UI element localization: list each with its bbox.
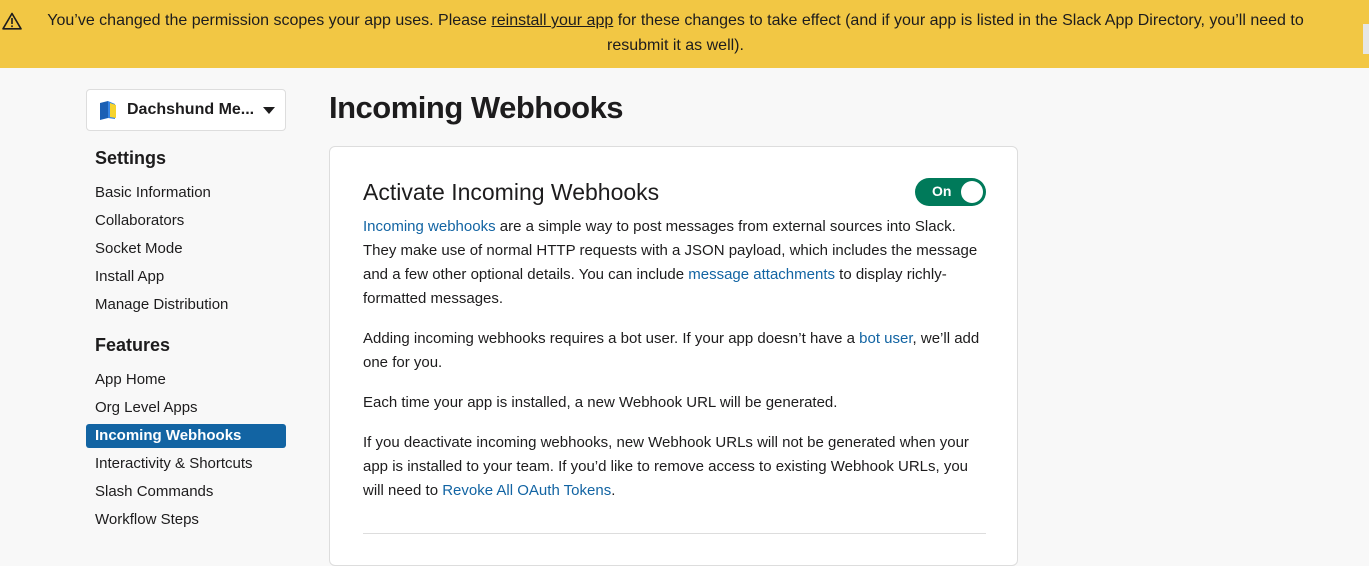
paragraph-text: Each time your app is installed, a new W… bbox=[363, 394, 838, 411]
features-section-title: Features bbox=[95, 335, 171, 355]
chevron-down-icon bbox=[263, 106, 275, 114]
deactivate-paragraph: If you deactivate incoming webhooks, new… bbox=[363, 431, 988, 503]
description-paragraph: Incoming webhooks are a simple way to po… bbox=[363, 215, 988, 311]
scrollbar-thumb[interactable] bbox=[1363, 24, 1369, 54]
warning-icon bbox=[2, 12, 22, 30]
banner-text-after: for these changes to take effect (and if… bbox=[607, 12, 1304, 54]
incoming-webhooks-link[interactable]: Incoming webhooks bbox=[363, 218, 496, 235]
banner-text-before: You’ve changed the permission scopes you… bbox=[47, 12, 492, 29]
activate-webhooks-toggle[interactable]: On bbox=[915, 178, 986, 206]
activate-webhooks-card: Activate Incoming Webhooks On Incoming w… bbox=[329, 146, 1018, 566]
card-title: Activate Incoming Webhooks bbox=[363, 179, 660, 205]
toggle-label: On bbox=[932, 183, 952, 199]
webhook-url-paragraph: Each time your app is installed, a new W… bbox=[363, 391, 988, 415]
sidebar-item-collaborators[interactable]: Collaborators bbox=[86, 209, 286, 233]
sidebar-item-interactivity-shortcuts[interactable]: Interactivity & Shortcuts bbox=[86, 452, 286, 476]
sidebar-item-install-app[interactable]: Install App bbox=[86, 265, 286, 289]
sidebar-item-workflow-steps[interactable]: Workflow Steps bbox=[86, 508, 286, 532]
bot-user-paragraph: Adding incoming webhooks requires a bot … bbox=[363, 327, 988, 375]
sidebar-item-basic-information[interactable]: Basic Information bbox=[86, 181, 286, 205]
book-icon bbox=[100, 101, 116, 120]
toggle-knob bbox=[961, 181, 983, 203]
message-attachments-link[interactable]: message attachments bbox=[688, 266, 835, 283]
revoke-tokens-link[interactable]: Revoke All OAuth Tokens bbox=[442, 482, 611, 499]
paragraph-text: . bbox=[611, 482, 616, 499]
sidebar-item-manage-distribution[interactable]: Manage Distribution bbox=[86, 293, 286, 317]
page-title: Incoming Webhooks bbox=[329, 90, 624, 125]
bot-user-link[interactable]: bot user bbox=[859, 330, 912, 347]
sidebar-item-app-home[interactable]: App Home bbox=[86, 368, 286, 392]
app-switcher[interactable]: Dachshund Me... bbox=[86, 89, 286, 131]
sidebar-item-socket-mode[interactable]: Socket Mode bbox=[86, 237, 286, 261]
warning-banner: You’ve changed the permission scopes you… bbox=[0, 0, 1369, 68]
paragraph-text: Adding incoming webhooks requires a bot … bbox=[363, 330, 860, 347]
settings-section-title: Settings bbox=[95, 148, 167, 168]
sidebar-item-org-level-apps[interactable]: Org Level Apps bbox=[86, 396, 286, 420]
reinstall-app-link[interactable]: reinstall your app bbox=[491, 12, 613, 29]
sidebar-item-incoming-webhooks[interactable]: Incoming Webhooks bbox=[86, 424, 286, 448]
sidebar-item-slash-commands[interactable]: Slash Commands bbox=[86, 480, 286, 504]
divider bbox=[363, 533, 986, 534]
app-name: Dachshund Me... bbox=[127, 101, 255, 118]
